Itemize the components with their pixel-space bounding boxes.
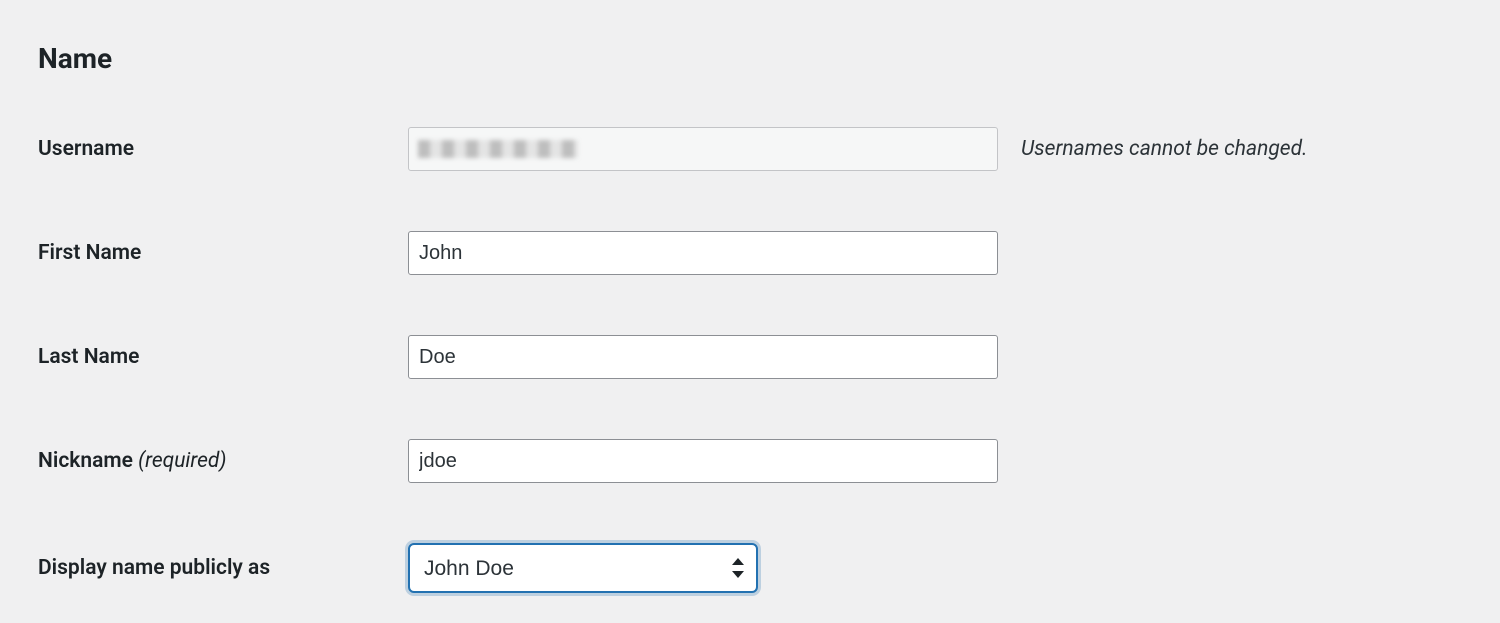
row-display-name: Display name publicly as John Doe: [38, 543, 1462, 623]
row-username: Username Usernames cannot be changed.: [38, 127, 1462, 231]
name-form-table: Username Usernames cannot be changed. Fi…: [38, 127, 1462, 623]
nickname-field[interactable]: [408, 439, 998, 483]
label-nickname-required: (required): [138, 449, 226, 473]
first-name-field[interactable]: [408, 231, 998, 275]
row-nickname: Nickname (required): [38, 439, 1462, 543]
label-nickname-text: Nickname: [38, 449, 133, 473]
row-last-name: Last Name: [38, 335, 1462, 439]
label-nickname: Nickname (required): [38, 449, 226, 473]
label-username: Username: [38, 137, 134, 161]
label-last-name: Last Name: [38, 345, 139, 369]
last-name-field[interactable]: [408, 335, 998, 379]
label-first-name: First Name: [38, 241, 141, 265]
section-title-name: Name: [38, 42, 1462, 75]
row-first-name: First Name: [38, 231, 1462, 335]
label-display-name: Display name publicly as: [38, 556, 270, 580]
redacted-username-icon: [418, 140, 578, 158]
username-note: Usernames cannot be changed.: [1021, 137, 1307, 161]
display-name-select[interactable]: John Doe: [408, 543, 758, 593]
